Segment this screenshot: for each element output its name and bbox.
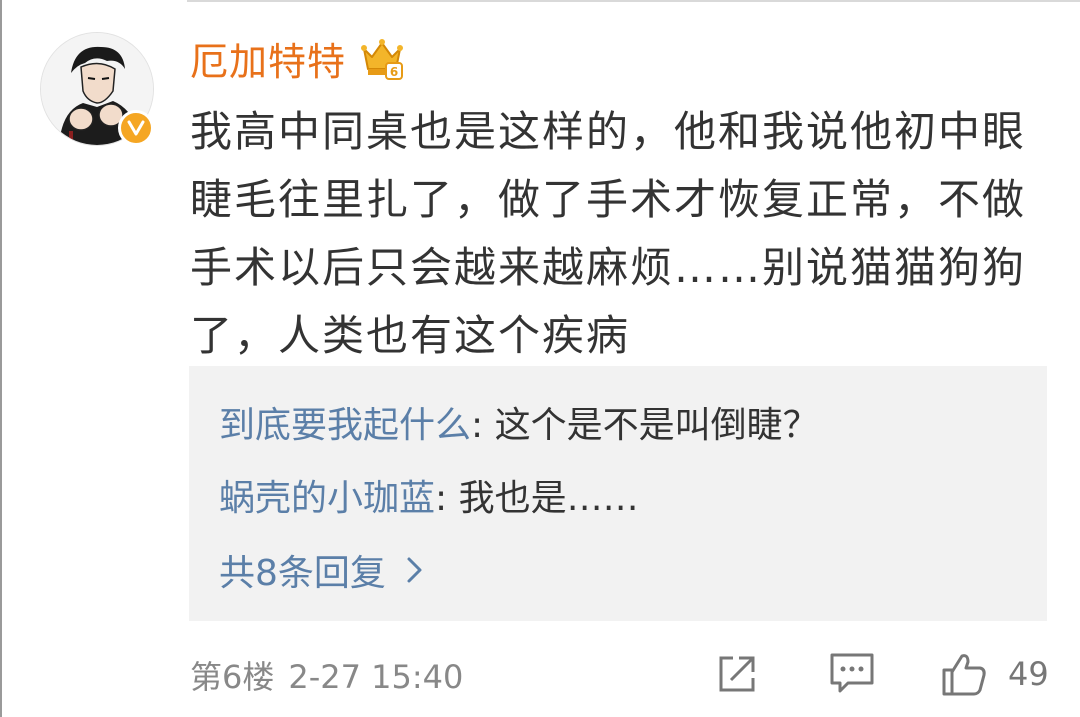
divider [187,0,1080,2]
chevron-right-icon [407,557,422,583]
like-count: 49 [1008,655,1049,693]
replies-panel[interactable]: 到底要我起什么: 这个是不是叫倒睫？ 蜗壳的小珈蓝: 我也是…… 共8条回复 [189,366,1047,621]
reply-separator: : [435,478,459,519]
thumbs-up-icon [942,654,986,696]
reply-text: 这个是不是叫倒睫？ [494,405,819,446]
like-button[interactable]: 49 [940,648,1065,700]
comment-icon [830,653,874,693]
comment-time: 2-27 15:40 [288,658,464,696]
weibo-comment-screen: 厄加特特 6 我高中同桌也是这样的，他和我说他初中眼睫毛往里扎了，做了手术才恢复… [0,0,1080,717]
crown-level: 6 [390,65,398,79]
comment-meta: 第6楼 2-27 15:40 [190,652,463,698]
avatar[interactable] [40,32,154,146]
username-link[interactable]: 厄加特特 [190,31,346,86]
reply-button[interactable] [828,648,878,700]
reply-item[interactable]: 蜗壳的小珈蓝: 我也是…… [219,469,639,521]
verified-v-icon [118,110,154,146]
share-button[interactable] [715,648,763,700]
reply-author-link[interactable]: 到底要我起什么 [219,405,471,446]
share-icon [719,656,755,692]
crown-icon[interactable]: 6 [360,35,404,81]
reply-author-link[interactable]: 蜗壳的小珈蓝 [219,478,435,519]
username-row: 厄加特特 6 [190,30,404,86]
view-all-replies-label: 共8条回复 [219,553,386,594]
reply-text: 我也是…… [458,478,639,519]
reply-item[interactable]: 到底要我起什么: 这个是不是叫倒睫？ [219,396,819,448]
reply-separator: : [471,405,495,446]
view-all-replies-link[interactable]: 共8条回复 [219,544,424,596]
comment-text: 我高中同桌也是这样的，他和我说他初中眼睫毛往里扎了，做了手术才恢复正常，不做手术… [190,107,1027,360]
floor-number: 第6楼 [190,658,275,696]
